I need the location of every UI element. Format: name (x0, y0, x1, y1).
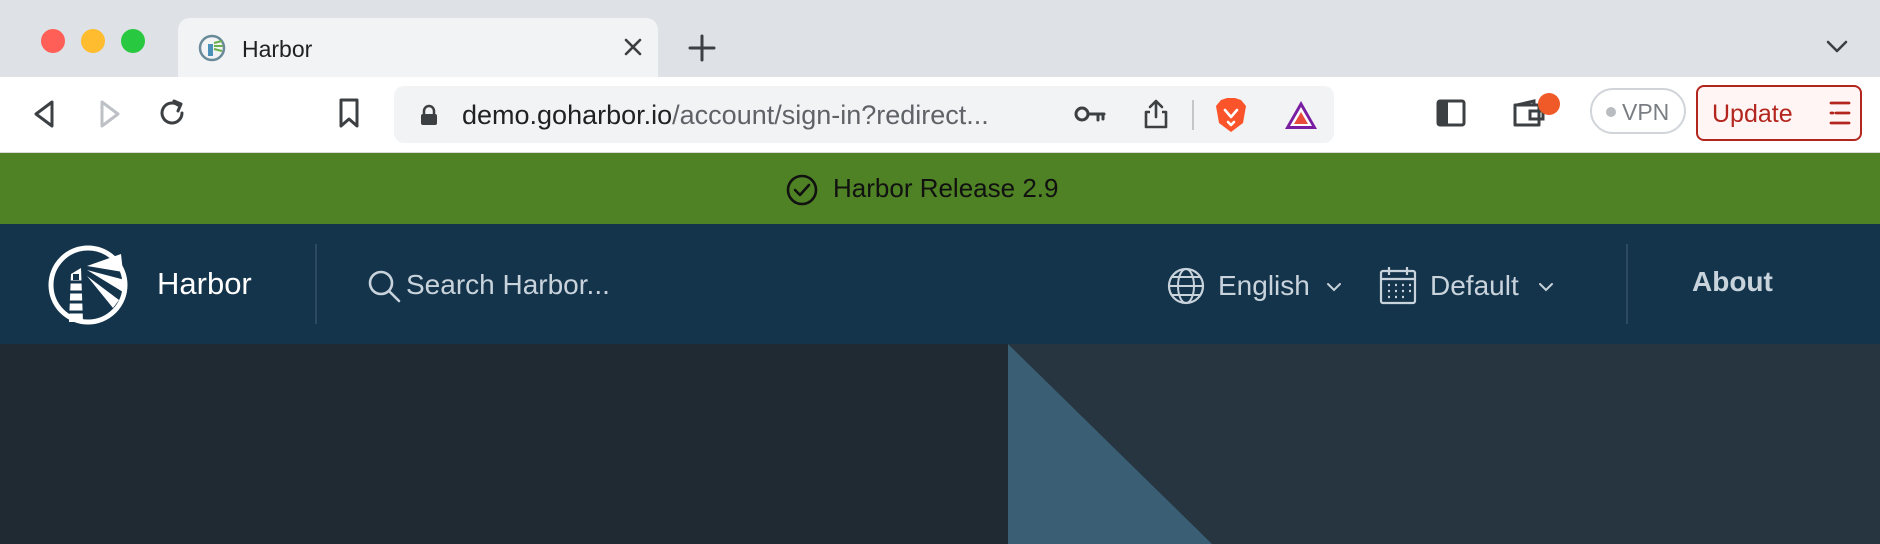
update-button[interactable]: Update (1696, 85, 1862, 141)
browser-tab-harbor[interactable]: Harbor (178, 18, 658, 77)
url-domain: demo.goharbor.io (462, 100, 673, 130)
browser-tabstrip: Harbor (0, 0, 1880, 77)
wallet-notification-badge (1538, 93, 1560, 115)
theme-selector[interactable]: Default (1378, 264, 1558, 308)
about-link[interactable]: About (1692, 266, 1773, 298)
app-header: Harbor English Default About (0, 224, 1880, 344)
browser-toolbar: demo.goharbor.io/account/sign-in?redirec… (0, 77, 1880, 153)
harbor-favicon-icon (198, 34, 226, 62)
vpn-status-dot (1606, 107, 1616, 117)
tab-close-icon[interactable] (620, 34, 646, 60)
language-chevron-down-icon (1327, 283, 1341, 292)
search-input[interactable] (404, 264, 728, 306)
tab-list-chevron-down-icon[interactable] (1824, 36, 1850, 56)
header-divider (315, 244, 317, 324)
update-label: Update (1712, 100, 1793, 128)
app-brand-name[interactable]: Harbor (157, 266, 252, 302)
wallet-button[interactable] (1512, 93, 1562, 133)
globe-icon (1167, 267, 1205, 305)
search-icon (368, 270, 401, 303)
decorative-triangle (1008, 344, 1212, 544)
menu-icon (1829, 101, 1851, 125)
vpn-button[interactable]: VPN (1590, 88, 1686, 134)
calendar-icon (1379, 267, 1417, 305)
address-bar[interactable]: demo.goharbor.io/account/sign-in?redirec… (394, 86, 1334, 143)
new-tab-icon[interactable] (684, 30, 720, 66)
brave-shields-icon[interactable] (1214, 96, 1248, 134)
omnibox-separator (1192, 100, 1194, 130)
release-banner: Harbor Release 2.9 (0, 153, 1880, 224)
key-icon[interactable] (1074, 102, 1106, 126)
lock-icon (421, 104, 437, 125)
bookmark-icon[interactable] (336, 97, 362, 129)
vpn-label: VPN (1622, 99, 1670, 125)
sidebar-toggle-icon[interactable] (1436, 99, 1466, 127)
tab-title: Harbor (242, 36, 313, 62)
check-circle-icon (786, 174, 818, 206)
sign-in-left-pane (0, 344, 1008, 544)
language-label: English (1218, 270, 1310, 301)
forward-icon[interactable] (94, 98, 124, 130)
harbor-logo-icon[interactable] (47, 244, 129, 326)
release-banner-text: Harbor Release 2.9 (833, 173, 1059, 203)
language-selector[interactable]: English (1166, 264, 1346, 308)
back-icon[interactable] (30, 98, 60, 130)
url-path: /account/sign-in?redirect... (672, 100, 989, 130)
sign-in-background (0, 344, 1880, 544)
url-text: demo.goharbor.io/account/sign-in?redirec… (462, 100, 989, 131)
window-zoom-button[interactable] (121, 29, 145, 53)
brave-rewards-icon[interactable] (1282, 98, 1320, 132)
reload-icon[interactable] (156, 97, 188, 129)
header-divider-right (1626, 244, 1628, 324)
share-icon[interactable] (1142, 98, 1170, 130)
window-close-button[interactable] (41, 29, 65, 53)
theme-label: Default (1430, 270, 1519, 301)
window-minimize-button[interactable] (81, 29, 105, 53)
theme-chevron-down-icon (1539, 283, 1553, 292)
